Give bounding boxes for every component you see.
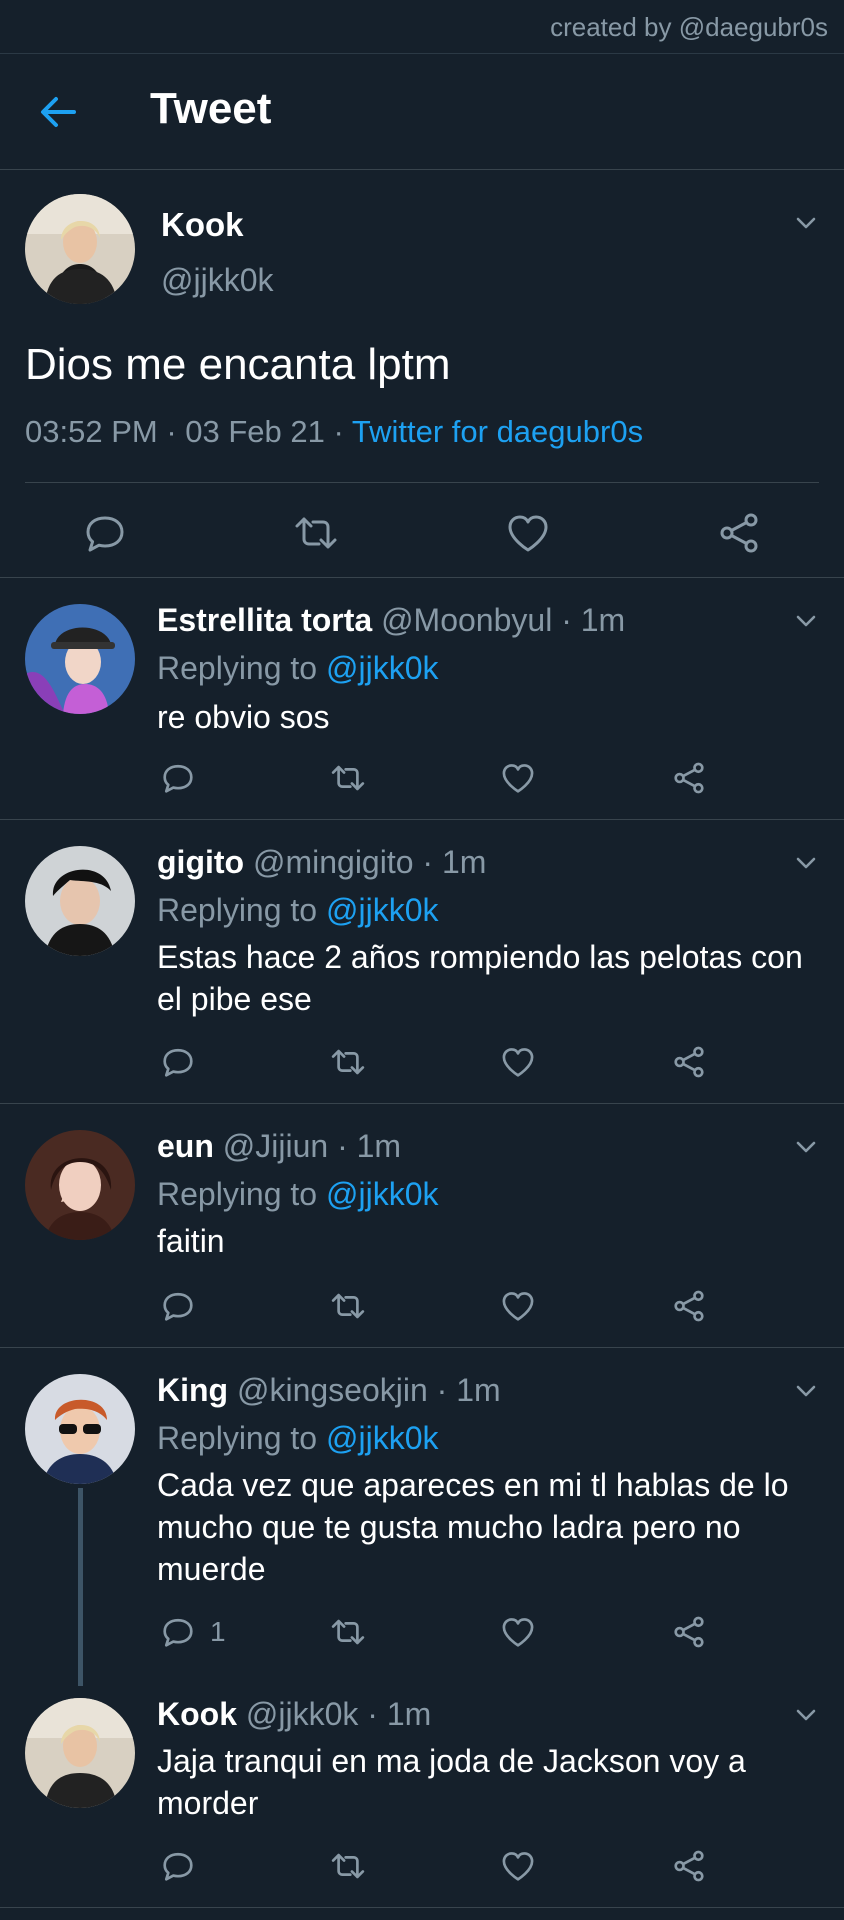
avatar[interactable]	[25, 194, 135, 304]
share-icon[interactable]	[671, 1614, 707, 1650]
avatar[interactable]	[25, 1374, 135, 1484]
tweet-actions	[0, 510, 844, 560]
divider	[25, 482, 819, 483]
reply-tweet[interactable]: eun @Jijiun · 1m Replying to @jjkk0k fai…	[0, 1104, 844, 1348]
share-icon[interactable]	[716, 510, 762, 556]
share-icon[interactable]	[671, 1288, 707, 1324]
page-title: Tweet	[150, 84, 272, 133]
reply-header: gigito @mingigito · 1m	[157, 844, 487, 880]
avatar[interactable]	[25, 604, 135, 714]
chevron-down-icon[interactable]	[793, 608, 819, 634]
replying-mention[interactable]: @jjkk0k	[326, 1176, 439, 1212]
chevron-down-icon[interactable]	[793, 1134, 819, 1160]
replying-to: Replying to @jjkk0k	[157, 892, 438, 929]
replying-to: Replying to @jjkk0k	[157, 650, 438, 687]
reply-time: 1m	[456, 1372, 501, 1408]
reply-author-handle[interactable]: @Moonbyul	[381, 602, 552, 638]
like-icon[interactable]	[500, 1848, 536, 1884]
credit-text: created by @daegubr0s	[550, 12, 828, 42]
retweet-icon[interactable]	[330, 760, 366, 796]
replying-to: Replying to @jjkk0k	[157, 1420, 438, 1457]
reply-header: Estrellita torta @Moonbyul · 1m	[157, 602, 626, 638]
replying-mention[interactable]: @jjkk0k	[326, 892, 439, 928]
credit-bar: created by @daegubr0s	[0, 0, 844, 54]
author-handle[interactable]: @jjkk0k	[161, 262, 274, 299]
chevron-down-icon[interactable]	[793, 850, 819, 876]
reply-author-handle[interactable]: @jjkk0k	[246, 1696, 359, 1732]
thread-connector	[78, 1488, 83, 1686]
back-arrow-icon[interactable]	[36, 90, 80, 134]
reply-actions	[0, 1848, 844, 1888]
like-icon[interactable]	[500, 1614, 536, 1650]
reply-time: 1m	[356, 1128, 402, 1164]
chevron-down-icon[interactable]	[793, 1378, 819, 1404]
replying-mention[interactable]: @jjkk0k	[326, 650, 439, 686]
reply-header: eun @Jijiun · 1m	[157, 1128, 402, 1164]
tweet-text: Dios me encanta lptm	[25, 340, 451, 389]
chevron-down-icon[interactable]	[793, 1702, 819, 1728]
reply-actions: 1	[0, 1614, 844, 1654]
share-icon[interactable]	[671, 760, 707, 796]
avatar[interactable]	[25, 846, 135, 956]
reply-tweet[interactable]: Estrellita torta @Moonbyul · 1m Replying…	[0, 578, 844, 820]
avatar[interactable]	[25, 1698, 135, 1808]
tweet-meta: 03:52 PM · 03 Feb 21 · Twitter for daegu…	[25, 414, 644, 449]
retweet-icon[interactable]	[330, 1848, 366, 1884]
author-name[interactable]: Kook	[161, 206, 244, 244]
tweet-date: 03 Feb 21	[185, 414, 325, 449]
reply-text: Cada vez que apareces en mi tl hablas de…	[157, 1467, 789, 1587]
share-icon[interactable]	[671, 1044, 707, 1080]
reply-author-name[interactable]: eun	[157, 1128, 214, 1164]
replying-mention[interactable]: @jjkk0k	[326, 1420, 439, 1456]
reply-time: 1m	[386, 1696, 432, 1732]
reply-thread: King @kingseokjin · 1m Replying to @jjkk…	[0, 1348, 844, 1908]
reply-author-name[interactable]: Kook	[157, 1696, 237, 1732]
reply-icon[interactable]	[160, 1614, 196, 1650]
reply-author-name[interactable]: King	[157, 1372, 228, 1408]
replying-label: Replying to	[157, 650, 318, 686]
reply-icon[interactable]	[160, 760, 196, 796]
retweet-icon[interactable]	[293, 510, 339, 556]
reply-actions	[0, 1044, 844, 1084]
reply-actions	[0, 760, 844, 800]
share-icon[interactable]	[671, 1848, 707, 1884]
reply-author-handle[interactable]: @Jijiun	[223, 1128, 328, 1164]
reply-icon[interactable]	[160, 1288, 196, 1324]
reply-author-name[interactable]: gigito	[157, 844, 244, 880]
replying-label: Replying to	[157, 1420, 318, 1456]
like-icon[interactable]	[500, 1044, 536, 1080]
retweet-icon[interactable]	[330, 1044, 366, 1080]
reply-actions	[0, 1288, 844, 1328]
reply-header: Kook @jjkk0k · 1m	[157, 1696, 432, 1732]
retweet-icon[interactable]	[330, 1614, 366, 1650]
reply-text: Estas hace 2 años rompiendo las pelotas …	[157, 939, 803, 1017]
replying-to: Replying to @jjkk0k	[157, 1176, 438, 1213]
reply-time: 1m	[441, 844, 487, 880]
reply-count: 1	[210, 1616, 226, 1647]
reply-icon[interactable]	[82, 510, 128, 556]
reply-author-name[interactable]: Estrellita torta	[157, 602, 372, 638]
like-icon[interactable]	[505, 510, 551, 556]
reply-header: King @kingseokjin · 1m	[157, 1372, 501, 1408]
reply-icon[interactable]	[160, 1044, 196, 1080]
reply-tweet[interactable]: gigito @mingigito · 1m Replying to @jjkk…	[0, 820, 844, 1104]
like-icon[interactable]	[500, 1288, 536, 1324]
reply-author-handle[interactable]: @kingseokjin	[237, 1372, 428, 1408]
tweet-time: 03:52 PM	[25, 414, 158, 449]
top-bar: Tweet	[0, 54, 844, 170]
reply-text: faitin	[157, 1223, 225, 1259]
reply-text: Jaja tranqui en ma joda de Jackson voy a…	[157, 1743, 746, 1821]
reply-author-handle[interactable]: @mingigito	[253, 844, 414, 880]
reply-icon[interactable]	[160, 1848, 196, 1884]
avatar[interactable]	[25, 1130, 135, 1240]
replying-label: Replying to	[157, 1176, 318, 1212]
main-tweet: Kook @jjkk0k Dios me encanta lptm 03:52 …	[0, 170, 844, 578]
retweet-icon[interactable]	[330, 1288, 366, 1324]
reply-time: 1m	[580, 602, 626, 638]
chevron-down-icon[interactable]	[793, 210, 819, 236]
reply-text: re obvio sos	[157, 699, 330, 735]
tweet-source[interactable]: Twitter for daegubr0s	[352, 414, 643, 449]
replying-label: Replying to	[157, 892, 318, 928]
like-icon[interactable]	[500, 760, 536, 796]
